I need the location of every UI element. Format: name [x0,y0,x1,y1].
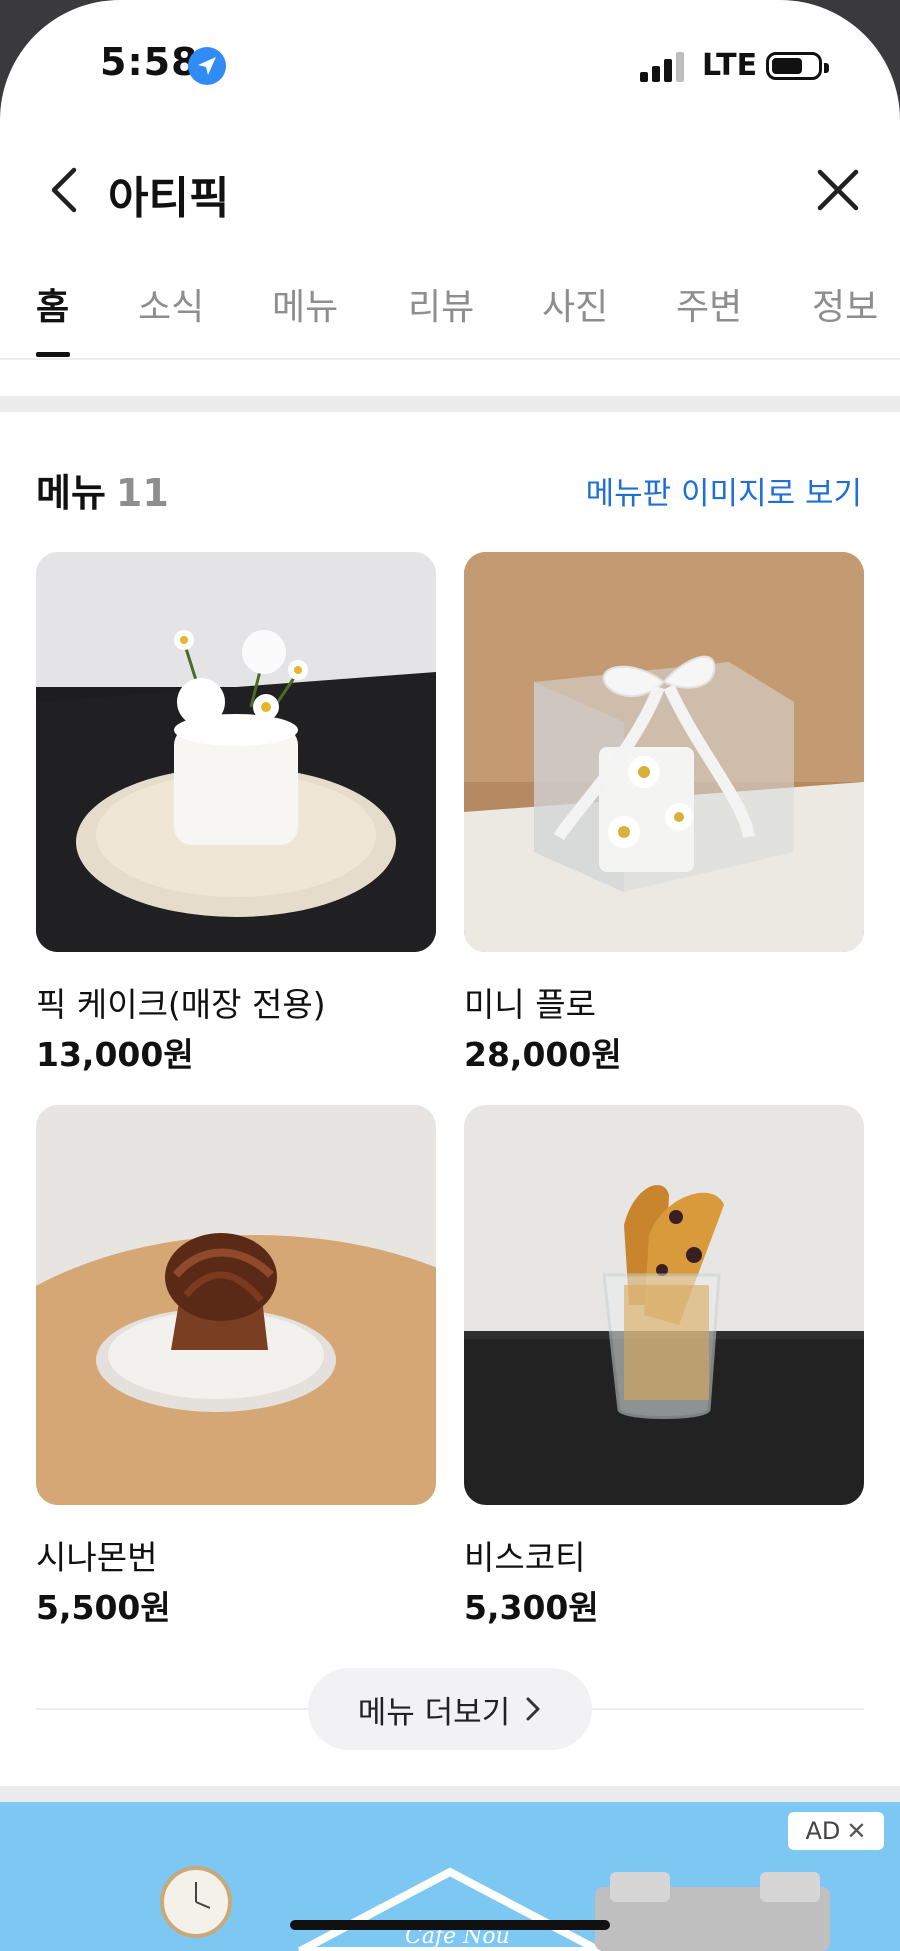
status-bar: 5:58 LTE [0,0,900,130]
close-icon[interactable] [812,164,864,216]
menu-item-image [464,552,864,952]
menu-item-name: 픽 케이크(매장 전용) [36,985,326,1024]
menu-count: 11 [115,471,169,515]
menu-section-label: 메뉴 [36,471,106,515]
tab-bar: 홈 소식 메뉴 리뷰 사진 주변 정보 [0,272,900,360]
menu-item-price: 5,300원 [464,1588,599,1627]
menu-item-price: 28,000원 [464,1035,622,1074]
menu-item-name: 시나몬번 [36,1538,158,1577]
ad-badge[interactable]: AD ✕ [788,1812,884,1850]
tab-home[interactable]: 홈 [36,278,69,330]
header: 아티픽 [0,150,900,230]
tab-reviews[interactable]: 리뷰 [408,278,474,330]
tab-nearby[interactable]: 주변 [676,278,742,330]
section-divider [0,1786,900,1802]
ad-close-icon[interactable]: ✕ [846,1817,866,1845]
battery-icon [766,52,829,80]
menu-more-button[interactable]: 메뉴 더보기 [308,1668,592,1750]
tab-news[interactable]: 소식 [138,278,204,330]
active-tab-indicator [36,352,70,357]
menu-item-image [36,1105,436,1505]
menu-board-link[interactable]: 메뉴판 이미지로 보기 [586,468,862,513]
menu-item-price: 13,000원 [36,1035,194,1074]
ad-label: AD [805,1817,841,1845]
location-arrow-icon [188,47,226,85]
back-chevron-icon[interactable] [40,164,92,216]
home-indicator[interactable] [290,1920,610,1930]
screen: 5:58 LTE 아티픽 홈 소식 메뉴 리뷰 사진 주변 정보 메뉴 11 메… [0,0,900,1951]
menu-item-image [464,1105,864,1505]
page-title: 아티픽 [108,173,230,224]
chevron-right-icon [526,1697,540,1721]
menu-item-name: 미니 플로 [464,985,596,1024]
menu-item-image [36,552,436,952]
tab-menu[interactable]: 메뉴 [272,278,338,330]
signal-icon [640,52,686,82]
status-time: 5:58 [100,40,199,84]
tab-info[interactable]: 정보 [812,278,878,330]
menu-item-name: 비스코티 [464,1538,586,1577]
menu-item-price: 5,500원 [36,1588,171,1627]
network-label: LTE [702,48,758,83]
menu-section-title: 메뉴 11 [36,462,169,517]
menu-more-label: 메뉴 더보기 [357,1694,511,1731]
tab-photos[interactable]: 사진 [542,278,608,330]
section-divider [0,396,900,412]
